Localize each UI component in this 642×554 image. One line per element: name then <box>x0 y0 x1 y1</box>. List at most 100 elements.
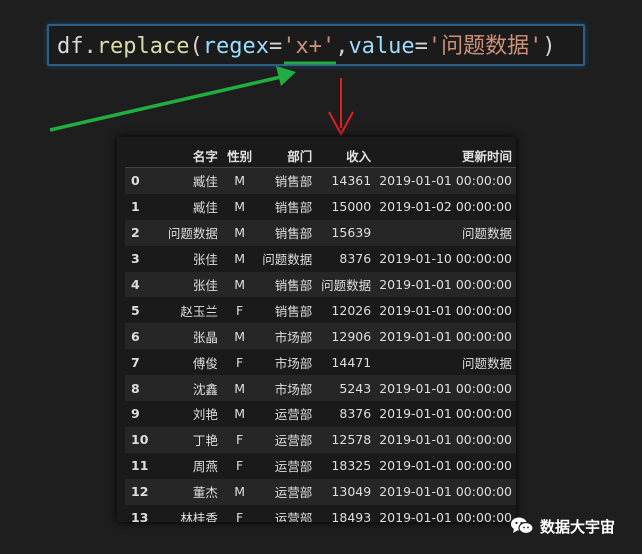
table-row: 12 董杰 M 运营部 13049 2019-01-01 00:00:00 <box>125 478 516 505</box>
cell-dept: 运营部 <box>257 478 317 505</box>
cell-index: 0 <box>125 167 153 194</box>
cell-dept: 销售部 <box>274 303 313 319</box>
cell-index: 11 <box>131 458 149 474</box>
cell-sex: M <box>221 219 258 246</box>
cell-sex: F <box>235 510 244 522</box>
cell-income: 15000 <box>331 199 372 215</box>
table-row: 9 刘艳 M 运营部 8376 2019-01-01 00:00:00 <box>125 401 516 427</box>
cell-name: 张佳 <box>192 252 218 268</box>
cell-dept: 销售部 <box>257 219 317 246</box>
cell-dept: 问题数据 <box>262 252 313 268</box>
cell-dept: 市场部 <box>257 323 317 350</box>
cell-dept: 销售部 <box>257 167 317 194</box>
cell-sex: F <box>235 458 244 474</box>
table-row: 10 丁艳 F 运营部 12578 2019-01-01 00:00:00 <box>125 426 516 453</box>
cell-name: 问题数据 <box>152 219 222 246</box>
header-sex: 性别 <box>221 143 258 168</box>
cell-index: 8 <box>125 375 153 402</box>
cell-index: 13 <box>131 510 149 522</box>
header-index <box>125 143 153 168</box>
cell-update-time: 问题数据 <box>461 355 512 371</box>
cell-income: 8376 <box>339 251 372 267</box>
table-row: 13 林桂香 F 运营部 18493 2019-01-01 00:00:00 <box>125 505 516 522</box>
cell-income: 12026 <box>331 302 372 318</box>
header-update-time: 更新时间 <box>375 143 516 168</box>
cell-sex: M <box>234 199 245 215</box>
cell-index: 2 <box>125 219 153 246</box>
cell-update-time: 2019-01-10 00:00:00 <box>379 251 512 267</box>
header-income: 收入 <box>316 143 376 168</box>
cell-update-time: 2019-01-01 00:00:00 <box>375 167 516 194</box>
cell-dept: 销售部 <box>257 271 317 298</box>
cell-update-time: 2019-01-01 00:00:00 <box>379 510 512 522</box>
cell-income: 12906 <box>316 323 376 350</box>
cell-dept: 运营部 <box>257 426 317 453</box>
table-row: 2 问题数据 M 销售部 15639 问题数据 <box>125 219 516 246</box>
cell-sex: F <box>235 354 244 370</box>
green-arrow-shaft <box>49 74 286 132</box>
cell-income: 15639 <box>316 219 376 246</box>
cell-update-time: 2019-01-01 00:00:00 <box>379 406 512 422</box>
cell-income: 8376 <box>339 406 372 422</box>
table-row: 3 张佳 M 问题数据 8376 2019-01-10 00:00:00 <box>125 246 516 272</box>
watermark-text: 数据大宇宙 <box>540 517 616 536</box>
cell-update-time: 2019-01-02 00:00:00 <box>379 199 512 215</box>
table-row: 7 傅俊 F 市场部 14471 问题数据 <box>125 349 516 375</box>
cell-dept: 运营部 <box>274 459 313 475</box>
cell-sex: M <box>221 167 258 194</box>
cell-name: 张晶 <box>152 323 222 350</box>
cell-income: 5243 <box>316 375 376 402</box>
cell-dept: 运营部 <box>274 511 313 522</box>
cell-income: 18493 <box>331 510 372 522</box>
cell-name: 刘艳 <box>192 407 218 423</box>
cell-name: 赵玉兰 <box>180 303 218 319</box>
cell-income: 14471 <box>331 354 372 370</box>
cell-update-time: 2019-01-01 00:00:00 <box>375 426 516 453</box>
cell-sex: M <box>221 478 258 505</box>
cell-index: 10 <box>125 426 153 453</box>
cell-index: 6 <box>125 323 153 350</box>
cell-name: 沈鑫 <box>152 375 222 402</box>
table-header-row: 名字 性别 部门 收入 更新时间 <box>125 143 516 168</box>
table-row: 5 赵玉兰 F 销售部 12026 2019-01-01 00:00:00 <box>125 297 516 323</box>
cell-sex: F <box>235 302 244 318</box>
cell-update-time: 2019-01-01 00:00:00 <box>379 458 512 474</box>
cell-name: 张佳 <box>152 271 222 298</box>
cell-index: 3 <box>131 251 140 267</box>
cell-sex: M <box>221 375 258 402</box>
header-dept: 部门 <box>257 143 317 168</box>
dataframe-output: 名字 性别 部门 收入 更新时间 0 臧佳 M 销售部 14361 2019-01-01 … <box>117 137 516 522</box>
cell-sex: F <box>221 426 258 453</box>
cell-index: 12 <box>125 478 153 505</box>
cell-name: 臧佳 <box>152 167 222 194</box>
cell-index: 1 <box>131 199 140 215</box>
table-row: 4 张佳 M 销售部 问题数据 2019-01-01 00:00:00 <box>125 271 516 298</box>
cell-index: 5 <box>131 302 140 318</box>
cell-update-time: 2019-01-01 00:00:00 <box>379 302 512 318</box>
table-row: 11 周燕 F 运营部 18325 2019-01-01 00:00:00 <box>125 453 516 479</box>
cell-sex: M <box>221 271 258 298</box>
cell-name: 臧佳 <box>192 200 218 216</box>
cell-update-time: 2019-01-01 00:00:00 <box>375 375 516 402</box>
cell-index: 7 <box>131 354 140 370</box>
cell-index: 4 <box>125 271 153 298</box>
cell-income: 12578 <box>316 426 376 453</box>
cell-income: 13049 <box>316 478 376 505</box>
cell-dept: 运营部 <box>274 407 313 423</box>
cell-name: 周燕 <box>192 459 218 475</box>
header-name: 名字 <box>152 143 222 168</box>
cell-dept: 市场部 <box>274 355 313 371</box>
cell-index: 9 <box>131 406 140 422</box>
table-row: 1 臧佳 M 销售部 15000 2019-01-02 00:00:00 <box>125 194 516 220</box>
cell-income: 14361 <box>316 167 376 194</box>
dataframe-table: 名字 性别 部门 收入 更新时间 0 臧佳 M 销售部 14361 2019-01-01 … <box>125 143 516 522</box>
cell-income: 18325 <box>331 458 372 474</box>
green-arrow-head <box>276 66 296 86</box>
cell-update-time: 2019-01-01 00:00:00 <box>375 323 516 350</box>
cell-name: 董杰 <box>152 478 222 505</box>
cell-name: 林桂香 <box>180 511 218 522</box>
cell-sex: M <box>234 406 245 422</box>
cell-name: 傅俊 <box>192 355 218 371</box>
cell-sex: M <box>234 251 245 267</box>
cell-sex: M <box>221 323 258 350</box>
